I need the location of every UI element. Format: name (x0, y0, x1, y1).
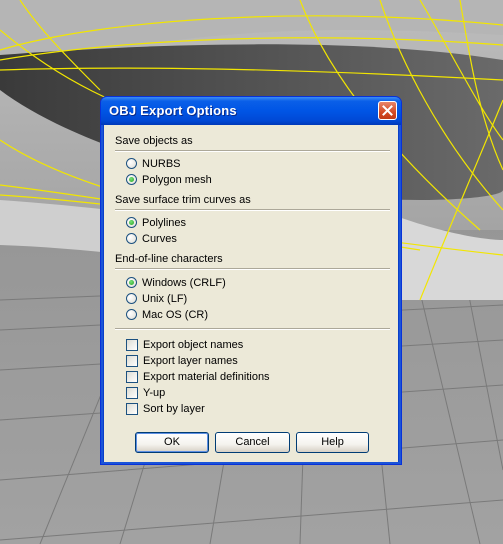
checkbox-label: Export material definitions (143, 370, 270, 383)
radio-button[interactable] (126, 174, 137, 185)
radio-label: Polygon mesh (142, 173, 212, 186)
radio-polygon-mesh[interactable]: Polygon mesh (126, 172, 212, 187)
radio-label: Windows (CRLF) (142, 276, 226, 289)
radio-label: Mac OS (CR) (142, 308, 208, 321)
title-bar[interactable]: OBJ Export Options (101, 97, 401, 125)
checkbox[interactable] (126, 338, 138, 351)
section-eol-heading: End-of-line characters (115, 253, 223, 265)
close-icon (382, 105, 393, 116)
radio-button[interactable] (126, 309, 137, 320)
checkbox[interactable] (126, 402, 138, 415)
checkbox[interactable] (126, 386, 138, 399)
radio-button[interactable] (126, 293, 137, 304)
radio-nurbs[interactable]: NURBS (126, 156, 181, 171)
dialog-body: Save objects as NURBS Polygon mesh Save … (104, 125, 398, 462)
separator (115, 328, 390, 330)
checkbox-label: Export object names (143, 338, 244, 351)
checkbox-label: Y-up (143, 386, 166, 399)
section-trim-curves-heading: Save surface trim curves as (115, 194, 251, 206)
separator (115, 268, 390, 270)
checkbox[interactable] (126, 354, 138, 367)
radio-unix-lf[interactable]: Unix (LF) (126, 291, 187, 306)
checkbox-export-layer-names[interactable]: Export layer names (126, 353, 238, 368)
separator (115, 150, 390, 152)
checkbox-export-object-names[interactable]: Export object names (126, 337, 243, 352)
radio-label: Polylines (142, 216, 187, 229)
ok-button[interactable]: OK (135, 432, 209, 453)
radio-curves[interactable]: Curves (126, 231, 177, 246)
section-save-objects-heading: Save objects as (115, 135, 193, 147)
checkbox-y-up[interactable]: Y-up (126, 385, 165, 400)
separator (115, 209, 390, 211)
checkbox-label: Sort by layer (143, 402, 205, 415)
radio-button[interactable] (126, 277, 137, 288)
radio-button[interactable] (126, 233, 137, 244)
close-button[interactable] (378, 101, 397, 120)
radio-mac-os-cr[interactable]: Mac OS (CR) (126, 307, 208, 322)
radio-button[interactable] (126, 158, 137, 169)
cancel-button[interactable]: Cancel (215, 432, 290, 453)
radio-button[interactable] (126, 217, 137, 228)
dialog-title: OBJ Export Options (109, 103, 237, 118)
checkbox-label: Export layer names (143, 354, 238, 367)
checkbox-sort-by-layer[interactable]: Sort by layer (126, 401, 205, 416)
checkbox[interactable] (126, 370, 138, 383)
radio-label: Unix (LF) (142, 292, 188, 305)
export-options-dialog: OBJ Export Options Save objects as NURBS… (100, 96, 402, 465)
radio-label: Curves (142, 232, 177, 245)
help-button[interactable]: Help (296, 432, 369, 453)
radio-windows-crlf[interactable]: Windows (CRLF) (126, 275, 226, 290)
radio-label: NURBS (142, 157, 181, 170)
radio-polylines[interactable]: Polylines (126, 215, 186, 230)
checkbox-export-material-definitions[interactable]: Export material definitions (126, 369, 270, 384)
